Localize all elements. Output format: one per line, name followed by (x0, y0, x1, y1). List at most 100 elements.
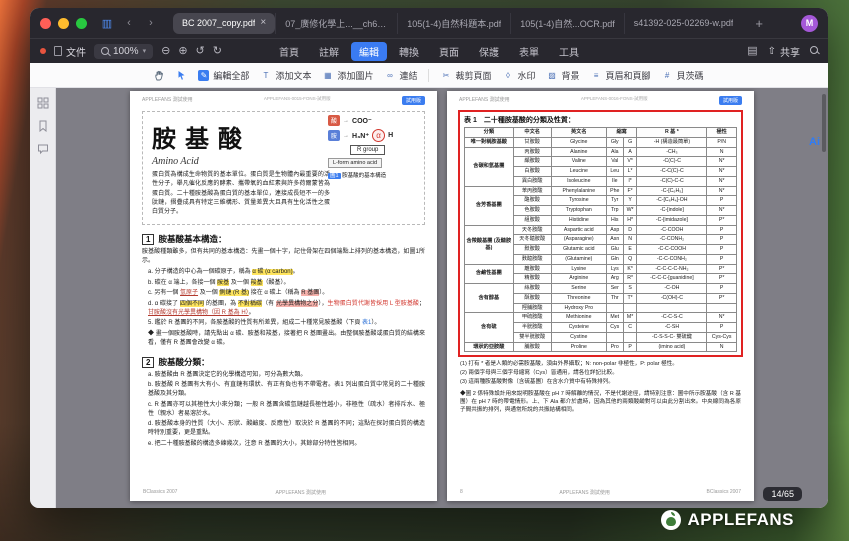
zoom-in-button[interactable]: ⊕ (178, 46, 187, 57)
document-tab[interactable]: 07_廣修化學上...__ch6.pdf (275, 13, 397, 34)
ribbon-tab-頁面[interactable]: 頁面 (431, 42, 467, 61)
table-cell: Cys-Cys (707, 332, 737, 342)
table-cell: 異白胺酸 (513, 176, 551, 186)
file-menu-button[interactable]: 文件 (54, 44, 86, 59)
tool-button[interactable]: ◊水印 (503, 69, 536, 82)
arrow-icon: → (343, 118, 349, 124)
close-window-button[interactable] (40, 18, 51, 29)
table-cell: P* (707, 293, 737, 303)
tool-button[interactable]: ▨背景 (547, 69, 580, 82)
hand-tool-button[interactable] (154, 70, 165, 81)
tool-label: 背景 (562, 69, 580, 82)
table-cell: Hydroxy Pro (551, 303, 606, 313)
table-cell: 羥脯胺酸 (513, 303, 551, 313)
bookmark-icon[interactable] (37, 120, 49, 132)
scrollbar-thumb[interactable] (822, 94, 826, 152)
back-icon[interactable]: ‹ (121, 15, 137, 31)
table-cell: His (606, 215, 623, 225)
table-cell: Tyr (606, 196, 623, 206)
highlight-red-box: 表 1 二十種胺基酸的分類及性質： 分類中文名英文名縮寫R 基 *極性 唯一對稱… (458, 110, 743, 357)
tool-button[interactable]: #貝茨碼 (662, 69, 704, 82)
table-header: 分類 (465, 128, 514, 138)
amino-acid-table: 分類中文名英文名縮寫R 基 *極性 唯一對稱胺基酸甘胺酸GlycineGlyG-… (464, 127, 737, 352)
tab-close-icon[interactable]: × (260, 18, 266, 28)
table-cell: 雙半胱胺酸 (513, 332, 551, 342)
forward-icon[interactable]: › (143, 15, 159, 31)
zoom-out-button[interactable]: ⊖ (161, 46, 170, 57)
list-item: c. 另有一個 氫原子 及一個 側鏈 (R 基) 接在 α 碳上（稱為 R 基團… (148, 289, 425, 298)
tool-label: 裁剪頁面 (455, 69, 491, 82)
table-row: 環狀的亞胺酸脯胺酸ProlineProP(imino acid)N (465, 342, 737, 352)
pdf-page-left[interactable]: APPLEFANS 測試使用 APPLEFANS-0015-FONS-試用版 試… (130, 91, 437, 501)
sidebar-toggle-icon[interactable]: ▥ (99, 15, 115, 31)
ribbon-tab-工具[interactable]: 工具 (551, 42, 587, 61)
table-cell: -C-[C₆H₅] (637, 186, 707, 196)
table-cell: -C-[C₆H₄]-OH (637, 196, 707, 206)
ribbon-tab-註解[interactable]: 註解 (311, 42, 347, 61)
table-cell: P* (707, 274, 737, 284)
table-cell: -C-SH (637, 323, 707, 333)
rotate-right-button[interactable]: ↻ (213, 46, 222, 57)
table-cell: L* (623, 167, 637, 177)
table-title: 表 1 二十種胺基酸的分類及性質： (464, 115, 737, 125)
table-cell: 白胺酸 (513, 167, 551, 177)
ribbon-tabs: 首頁註解編輯轉換頁面保護表單工具 (271, 42, 587, 61)
table-cell: Val (606, 157, 623, 167)
table-cell: -C-C-COOH (637, 245, 707, 255)
table-cell: R* (623, 274, 637, 284)
annotations-icon[interactable] (37, 143, 49, 155)
page-indicator[interactable]: 14/65 (763, 487, 802, 501)
document-tab[interactable]: BC 2007_copy.pdf× (173, 13, 275, 34)
document-tab[interactable]: 105(1-4)自然科題本.pdf (397, 13, 510, 34)
ai-assistant-button[interactable]: Ai (809, 136, 820, 148)
tool-button[interactable]: ✎編輯全部 (198, 69, 249, 82)
table-row: 含有醇基絲胺酸SerineSerS-C-OHP (465, 284, 737, 294)
minimize-window-button[interactable] (58, 18, 69, 29)
share-button[interactable]: ⇧ 共享 (768, 44, 800, 59)
table-group-cell: 含碳和氫基團 (465, 147, 514, 186)
ribbon-tab-編輯[interactable]: 編輯 (351, 42, 387, 61)
h-atom: H (388, 132, 393, 139)
thumbnails-icon[interactable] (37, 97, 49, 109)
ribbon-tab-轉換[interactable]: 轉換 (391, 42, 427, 61)
search-icon[interactable] (810, 46, 818, 57)
table-group-cell: 含有醇基 (465, 284, 514, 313)
traffic-lights (40, 18, 87, 29)
tool-button[interactable]: T添加文本 (260, 69, 311, 82)
table-group-cell: 含羧酸基團 (及醯胺基) (465, 225, 514, 264)
table-cell: M* (623, 313, 637, 323)
table-cell: P* (707, 264, 737, 274)
table-cell: -C(C)-C (637, 157, 707, 167)
ribbon-tab-保護[interactable]: 保護 (471, 42, 507, 61)
page-layout-icon[interactable]: ▤ (747, 46, 757, 57)
select-tool-button[interactable] (176, 70, 187, 81)
ribbon-tab-首頁[interactable]: 首頁 (271, 42, 307, 61)
tool-button[interactable]: ✂裁剪頁面 (440, 69, 491, 82)
tool-button[interactable]: ≡頁眉和頁腳 (591, 69, 651, 82)
table-cell: 組胺酸 (513, 215, 551, 225)
note-line: (2) 兩個字母與三個字母縮寫（Cys）皆通用，請各位詳記比較。 (460, 369, 741, 377)
header-doc-id: APPLEFANS-0015-FONS-試用版 (264, 96, 331, 102)
rotate-left-button[interactable]: ↺ (196, 46, 205, 57)
table-cell: P* (707, 215, 737, 225)
zoom-window-button[interactable] (76, 18, 87, 29)
pdf-page-right[interactable]: APPLEFANS 測試使用 APPLEFANS-0016-FONS-試用版 試… (447, 91, 754, 501)
document-tab[interactable]: 105(1-4)自然...OCR.pdf (510, 13, 624, 34)
tool-button[interactable]: ∞連結 (384, 69, 417, 82)
table-header: 英文名 (551, 128, 606, 138)
add-image-icon: ▦ (322, 70, 333, 81)
table-cell: Q (623, 254, 637, 264)
header-footer-icon: ≡ (591, 70, 602, 81)
tool-button[interactable]: ▦添加圖片 (322, 69, 373, 82)
tab-label: 07_廣修化學上...__ch6.pdf (285, 17, 388, 30)
ribbon-tab-表單[interactable]: 表單 (511, 42, 547, 61)
document-tab[interactable]: s41392-025-02269-w.pdf (624, 13, 743, 34)
table-cell: 麩胺酸 (513, 245, 551, 255)
figure-caption: 圖1 胺基酸的基本構造 (328, 171, 420, 179)
user-avatar[interactable]: M (801, 15, 818, 32)
new-tab-button[interactable]: + (748, 16, 770, 31)
table-cell: T* (623, 293, 637, 303)
zoom-control[interactable]: 100% ▾ (94, 44, 153, 59)
note-line: (1) 打有 * 者是人類的必需胺基酸，須由外界攝取；N: non-polar … (460, 360, 741, 368)
table-group-cell: 含鹼性基團 (465, 264, 514, 284)
